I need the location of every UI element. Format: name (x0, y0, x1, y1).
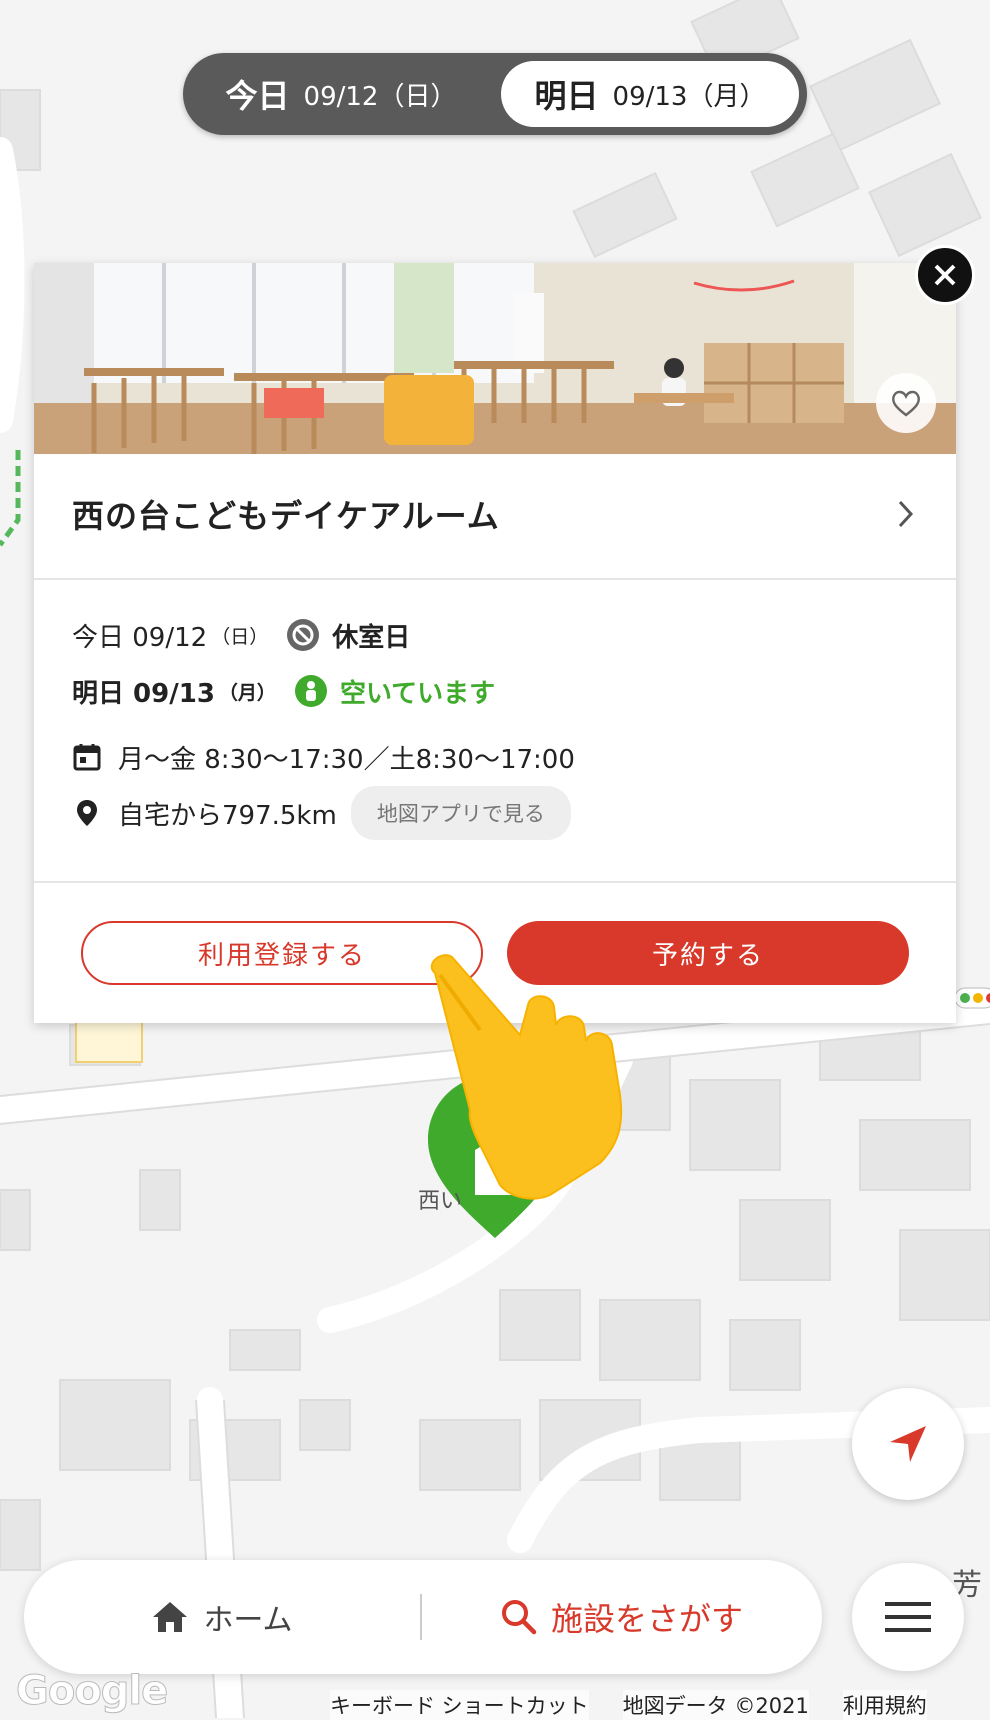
date-today-tab[interactable]: 今日 09/12（日） (191, 61, 491, 127)
today-date-label: 09/12（日） (303, 81, 457, 112)
hours-row: 月〜金 8:30〜17:30／土8:30〜17:00 (72, 735, 575, 779)
tomorrow-status-row: 明日 09/13 （月） 空いています (72, 669, 495, 713)
map-data-label: 地図データ ©2021 (622, 1690, 809, 1720)
heart-icon (892, 390, 920, 417)
today-weekday: （日） (211, 625, 269, 648)
distance-text: 自宅から797.5km (118, 800, 337, 831)
today-day-label: 今日 (225, 77, 290, 115)
reserve-button[interactable]: 予約する (507, 921, 909, 985)
hamburger-icon (885, 1602, 931, 1632)
nav-search[interactable]: 施設をさがす (422, 1560, 822, 1674)
distance-row: 自宅から797.5km 地図アプリで見る (72, 786, 571, 840)
tomorrow-day-label: 明日 (534, 77, 599, 115)
terms-link[interactable]: 利用規約 (842, 1690, 927, 1720)
nav-home-label: ホーム (203, 1603, 293, 1638)
card-actions: 利用登録する 予約する (34, 881, 956, 1023)
today-status: 休室日 (332, 622, 411, 653)
chevron-right-icon (898, 500, 914, 528)
facility-title-row[interactable]: 西の台こどもデイケアルーム (34, 454, 956, 580)
date-tomorrow-tab[interactable]: 明日 09/13（月） (501, 61, 799, 127)
favorite-button[interactable] (876, 373, 936, 433)
keyboard-shortcuts-link[interactable]: キーボード ショートカット (330, 1690, 589, 1720)
facility-card: 西の台こどもデイケアルーム 今日 09/12 （日） 休室日 明日 09/13 … (34, 263, 956, 1023)
tomorrow-status: 空いています (339, 678, 496, 709)
location-pin-icon (77, 800, 97, 826)
tomorrow-weekday: （月） (218, 681, 276, 704)
tomorrow-date-label: 09/13（月） (612, 81, 766, 112)
available-icon (294, 675, 327, 707)
hours-text: 月〜金 8:30〜17:30／土8:30〜17:00 (118, 744, 575, 775)
menu-button[interactable] (852, 1563, 964, 1671)
tomorrow-label: 明日 09/13 (72, 678, 215, 709)
date-toggle: 今日 09/12（日） 明日 09/13（月） (183, 53, 807, 135)
home-icon (153, 1602, 188, 1632)
calendar-icon (73, 744, 101, 771)
nav-search-label: 施設をさがす (550, 1600, 743, 1638)
register-button[interactable]: 利用登録する (81, 921, 483, 985)
facility-name: 西の台こどもデイケアルーム (72, 497, 500, 535)
today-status-row: 今日 09/12 （日） 休室日 (72, 613, 410, 657)
today-label: 今日 09/12 (72, 622, 208, 653)
navigation-arrow-icon (890, 1426, 926, 1462)
current-location-button[interactable] (852, 1388, 964, 1500)
facility-photo (34, 263, 956, 454)
close-icon (934, 264, 956, 286)
nav-home[interactable]: ホーム (24, 1560, 420, 1674)
google-logo: Google (15, 1668, 168, 1715)
search-icon (501, 1600, 537, 1635)
closed-icon (287, 619, 320, 651)
open-map-app-button[interactable]: 地図アプリで見る (350, 786, 571, 840)
map-attribution: キーボード ショートカット 地図データ ©2021 利用規約 (330, 1690, 927, 1720)
close-card-button[interactable] (915, 245, 975, 305)
bottom-nav: ホーム 施設をさがす (24, 1560, 822, 1674)
map-marker-label: 西い (418, 1189, 463, 1214)
